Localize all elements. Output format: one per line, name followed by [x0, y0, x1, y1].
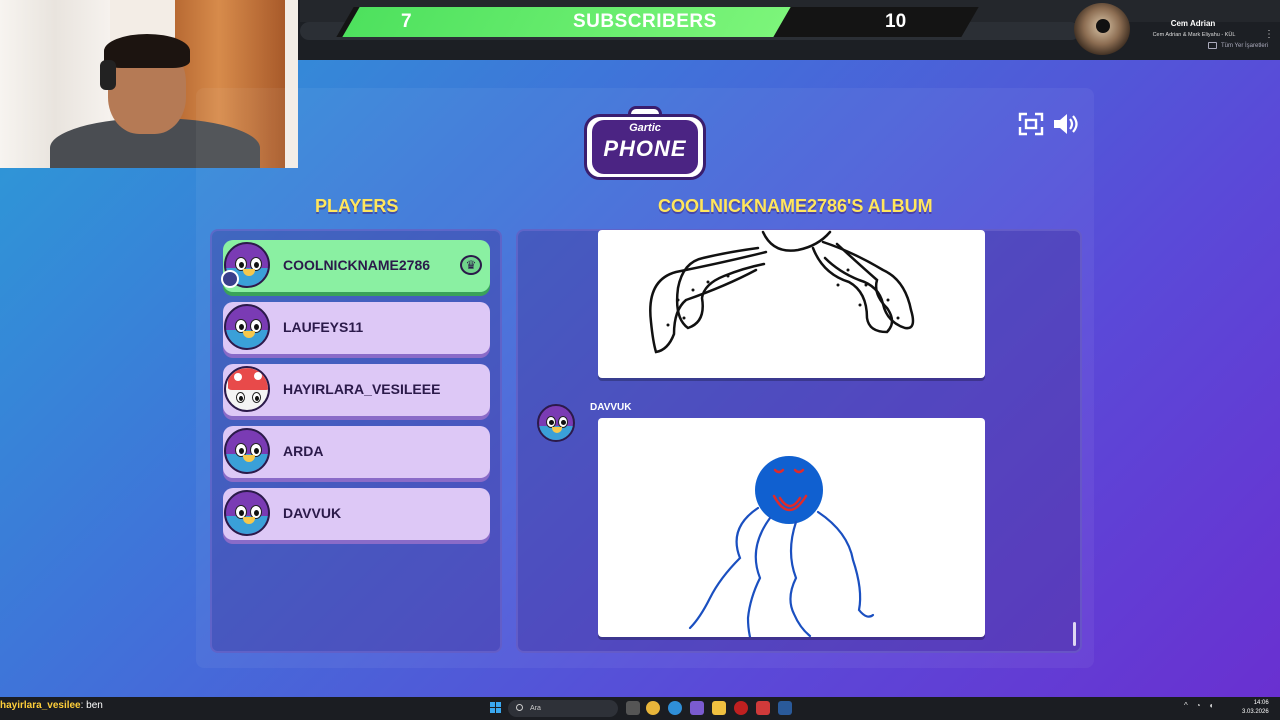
- chrome-icon[interactable]: [646, 701, 660, 715]
- subscriber-count: 7: [401, 11, 412, 32]
- author-avatar: [537, 404, 575, 442]
- task-view-icon[interactable]: [626, 701, 640, 715]
- chat-username: hayirlara_vesilee: [0, 700, 81, 711]
- app-icon[interactable]: [690, 701, 704, 715]
- subscriber-goal-bar: 7 SUBSCRIBERS 10: [336, 7, 979, 37]
- album-art: [1074, 3, 1130, 55]
- drawing-author-name: DAVVUK: [590, 402, 632, 413]
- player-card[interactable]: COOLNICKNAME2786 ♛: [221, 240, 490, 292]
- player-name: ARDA: [283, 443, 324, 459]
- speaker-icon[interactable]: ◖: [1209, 701, 1214, 710]
- volume-icon[interactable]: [1052, 112, 1078, 136]
- windows-start-icon[interactable]: [490, 702, 502, 714]
- logo-top-text: Gartic: [629, 122, 661, 134]
- subscriber-goal: 10: [885, 11, 907, 32]
- logo-bottom-text: PHONE: [603, 136, 687, 161]
- system-clock[interactable]: 14:06 3.03.2026: [1242, 699, 1269, 717]
- host-user-icon: [221, 270, 239, 288]
- search-icon: [516, 704, 523, 711]
- blue-octopus-drawing-svg: [688, 456, 875, 639]
- obs-icon[interactable]: [734, 701, 748, 715]
- network-icon[interactable]: ◔: [1196, 701, 1201, 710]
- album-scrollbar[interactable]: [1073, 622, 1076, 646]
- bird-avatar-icon: [224, 304, 270, 350]
- player-name: DAVVUK: [283, 505, 342, 521]
- subscriber-label: SUBSCRIBERS: [573, 11, 717, 32]
- edge-icon[interactable]: [668, 701, 682, 715]
- gartic-phone-logo: Gartic PHONE: [584, 106, 706, 180]
- clock-date: 3.03.2026: [1242, 709, 1269, 715]
- crown-icon: ♛: [460, 255, 482, 275]
- fullscreen-icon[interactable]: [1018, 112, 1044, 136]
- player-name: LAUFEYS11: [283, 319, 364, 335]
- clock-time: 14:06: [1253, 700, 1269, 706]
- bird-avatar-icon: [537, 404, 575, 442]
- file-explorer-icon[interactable]: [712, 701, 726, 715]
- more-options-icon[interactable]: ⋮: [1264, 29, 1274, 40]
- players-title: PLAYERS: [315, 196, 399, 216]
- bird-avatar-icon: [224, 428, 270, 474]
- mushroom-avatar-icon: [224, 366, 270, 412]
- player-card[interactable]: DAVVUK: [223, 488, 490, 540]
- now-playing-artist: Cem Adrian & Mark Eliyahu - KÜL: [1152, 32, 1236, 38]
- taskbar-search[interactable]: Ara: [508, 700, 618, 717]
- now-playing-title: Cem Adrian: [1170, 19, 1216, 28]
- chat-message: : ben: [80, 700, 103, 711]
- chat-overlay: hayirlara_vesilee: ben: [0, 700, 300, 720]
- album-title: COOLNICKNAME2786'S ALBUM: [658, 196, 933, 216]
- player-name: HAYIRLARA_VESILEEE: [283, 381, 441, 397]
- system-tray[interactable]: ^ ◔ ◖: [1184, 701, 1213, 710]
- player-name: COOLNICKNAME2786: [283, 257, 431, 273]
- bird-avatar-icon: [224, 490, 270, 536]
- player-card[interactable]: LAUFEYS11: [223, 302, 490, 354]
- octopus-outline-drawing: [598, 230, 985, 378]
- chevron-up-icon[interactable]: ^: [1184, 701, 1188, 710]
- now-playing-widget: Cem Adrian Cem Adrian & Mark Eliyahu - K…: [1074, 3, 1280, 55]
- app-icon[interactable]: [756, 701, 770, 715]
- steam-icon[interactable]: [778, 701, 792, 715]
- player-card[interactable]: ARDA: [223, 426, 490, 478]
- blue-octopus-drawing: [598, 418, 985, 639]
- octopus-outline-drawing-svg: [649, 230, 915, 354]
- taskbar-search-placeholder: Ara: [530, 705, 541, 712]
- player-card[interactable]: HAYIRLARA_VESILEEE: [223, 364, 490, 416]
